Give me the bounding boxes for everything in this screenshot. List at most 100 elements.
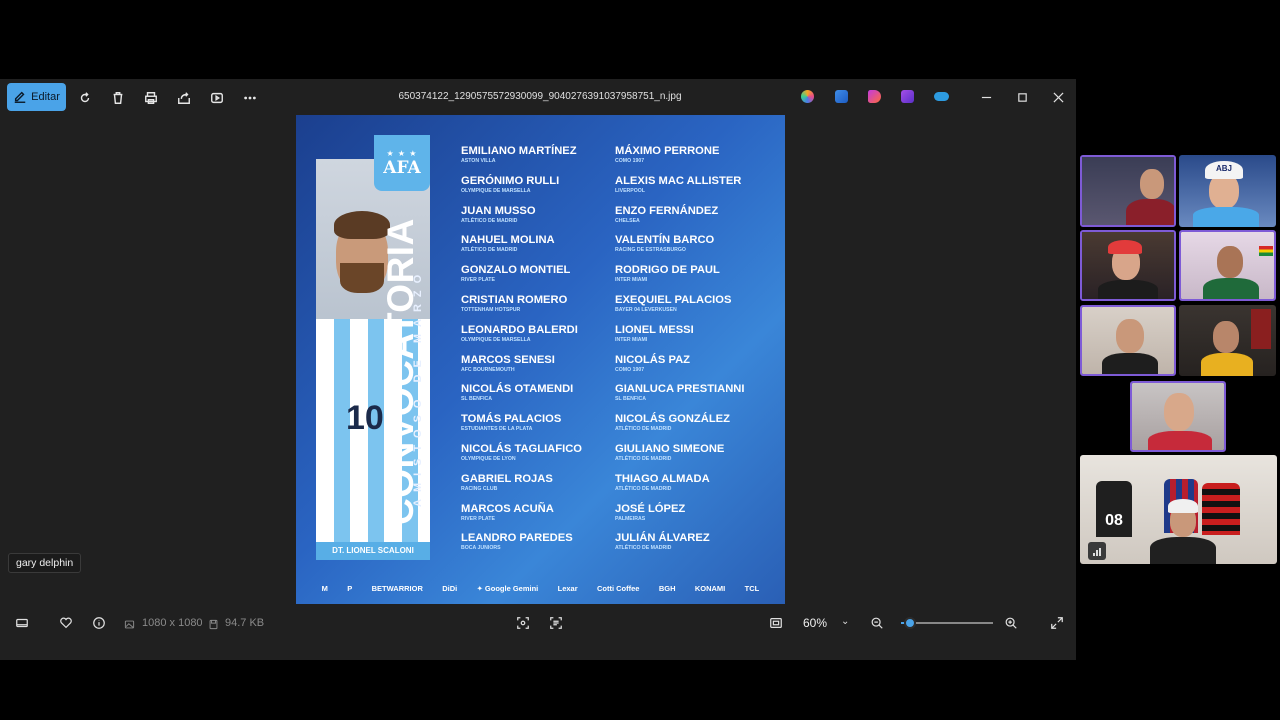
player-club: OLYMPIQUE DE MARSELLA [461, 336, 531, 343]
player-club: RACING CLUB [461, 485, 498, 492]
close-button[interactable] [1048, 87, 1068, 107]
player-club: COMO 1907 [615, 366, 645, 373]
player-entry: ALEXIS MAC ALLISTER LIVERPOOL [615, 175, 745, 205]
fullscreen-button[interactable] [1050, 616, 1064, 630]
player-name: JUAN MUSSO [461, 204, 536, 217]
player-name: NICOLÁS OTAMENDI [461, 383, 574, 396]
player-entry: MARCOS ACUÑA RIVER PLATE [461, 503, 582, 533]
copilot-icon[interactable] [801, 90, 814, 103]
player-club: BOCA JUNIORS [461, 545, 501, 552]
image-dimensions: 1080 x 1080 [142, 617, 203, 629]
maximize-icon [1017, 92, 1027, 102]
more-button[interactable] [241, 85, 259, 111]
player-entry: NICOLÁS OTAMENDI SL BENFICA [461, 383, 582, 413]
player-entry: EXEQUIEL PALACIOS BAYER 04 LEVERKUSEN [615, 294, 745, 324]
zoom-dropdown[interactable]: 60% ⌄ [793, 611, 859, 635]
tooltip: gary delphin [8, 553, 82, 573]
player-club: ASTON VILLA [461, 158, 496, 164]
player-club: ESTUDIANTES DE LA PLATA [461, 426, 533, 433]
player-club: AFC BOURNEMOUTH [461, 366, 515, 373]
afa-logo: ★ ★ ★ AFA [374, 135, 430, 191]
player-entry: NICOLÁS GONZÁLEZ ATLÉTICO DE MADRID [615, 413, 745, 443]
player-club: ATLÉTICO DE MADRID [461, 247, 518, 254]
slideshow-icon [211, 92, 223, 104]
status-bar: 1080 x 1080 94.7 KB 60% ⌄ [0, 611, 1076, 635]
participant-tile-main[interactable]: 08 [1080, 455, 1277, 564]
zoom-slider-thumb[interactable] [904, 617, 917, 629]
delete-button[interactable] [109, 85, 127, 111]
toolbar: Editar 650374122_1290575572930099_904027… [0, 79, 1076, 115]
edit-button[interactable]: Editar [7, 83, 66, 111]
audio-level-icon[interactable] [1088, 542, 1106, 560]
visual-search-button[interactable] [549, 616, 563, 630]
player-club: RIVER PLATE [461, 515, 495, 522]
participant-tile[interactable] [1080, 305, 1176, 376]
minimize-button[interactable] [976, 87, 996, 107]
filmstrip-button[interactable] [15, 616, 29, 630]
participant-face [1217, 246, 1243, 278]
player-entry: NAHUEL MOLINA ATLÉTICO DE MADRID [461, 234, 582, 264]
favorite-button[interactable] [59, 616, 73, 630]
participant-tile[interactable] [1080, 230, 1176, 301]
player-entry: GONZALO MONTIEL RIVER PLATE [461, 264, 582, 294]
player-name: GABRIEL ROJAS [461, 472, 553, 485]
print-button[interactable] [142, 85, 160, 111]
participant-tile[interactable]: ABJ [1179, 155, 1276, 227]
zoom-out-button[interactable] [870, 616, 884, 630]
more-icon [244, 96, 256, 100]
close-icon [1052, 91, 1064, 103]
onedrive-icon[interactable] [934, 92, 949, 101]
maximize-button[interactable] [1012, 87, 1032, 107]
sponsor-logo: ✦ Google Gemini [476, 583, 539, 593]
participant-face [1164, 393, 1194, 431]
info-button[interactable] [92, 616, 106, 630]
participant-shirt [1193, 207, 1259, 227]
photos-icon[interactable] [901, 90, 914, 103]
player-entry: TOMÁS PALACIOS ESTUDIANTES DE LA PLATA [461, 413, 582, 443]
player-entry: ENZO FERNÁNDEZ CHELSEA [615, 205, 745, 235]
zoom-slider[interactable] [901, 617, 993, 629]
photo-viewer-window: Editar 650374122_1290575572930099_904027… [0, 79, 1076, 660]
participant-tile[interactable] [1130, 381, 1226, 452]
zoom-value: 60% [803, 616, 828, 630]
clipchamp-icon[interactable] [868, 90, 881, 103]
player-entry: GIANLUCA PRESTIANNI SL BENFICA [615, 383, 745, 413]
player-club: INTER MIAMI [615, 277, 648, 284]
player-name: EXEQUIEL PALACIOS [615, 293, 732, 306]
sponsor-logo: BGH [658, 583, 676, 593]
player-name: THIAGO ALMADA [615, 472, 710, 485]
participant-tile[interactable] [1080, 155, 1176, 227]
player-club: COMO 1907 [615, 158, 645, 164]
player-name: TOMÁS PALACIOS [461, 413, 562, 426]
zoom-in-button[interactable] [1004, 616, 1018, 630]
displayed-image[interactable]: 10 ★ ★ ★ AFA CONVOCATORIA AMISTOSO DE MA… [296, 115, 785, 604]
player-name: GONZALO MONTIEL [461, 264, 571, 277]
sponsor-logo: M [321, 583, 328, 593]
player-name: MÁXIMO PERRONE [615, 145, 720, 157]
designer-icon[interactable] [835, 90, 848, 103]
participant-cap: ABJ [1205, 161, 1243, 179]
player-name: LIONEL MESSI [615, 323, 694, 336]
wall-jersey-red [1202, 483, 1240, 535]
participant-tile[interactable] [1179, 230, 1276, 301]
rotate-button[interactable] [76, 85, 94, 111]
participant-tile[interactable] [1179, 305, 1276, 376]
wall-jersey-black: 08 [1096, 481, 1132, 537]
participant-shirt [1098, 280, 1158, 299]
participant-shirt [1203, 278, 1259, 299]
participant-shirt [1150, 537, 1216, 564]
participant-shirt [1126, 199, 1174, 225]
player-club: RACING DE ESTRASBURGO [615, 247, 686, 254]
player-entry: LEONARDO BALERDI OLYMPIQUE DE MARSELLA [461, 324, 582, 354]
file-size: 94.7 KB [225, 617, 265, 629]
wall-jersey [1251, 309, 1271, 349]
share-button[interactable] [175, 85, 193, 111]
participant-face [1140, 169, 1164, 199]
player-name: RODRIGO DE PAUL [615, 264, 720, 277]
slideshow-button[interactable] [208, 85, 226, 111]
sponsor-logo: Cotti Coffee [596, 583, 640, 593]
rotate-icon [80, 92, 90, 103]
sponsor-logo: Lexar [557, 583, 578, 593]
fit-to-window-button[interactable] [769, 616, 783, 630]
crop-fit-button[interactable] [516, 616, 530, 630]
